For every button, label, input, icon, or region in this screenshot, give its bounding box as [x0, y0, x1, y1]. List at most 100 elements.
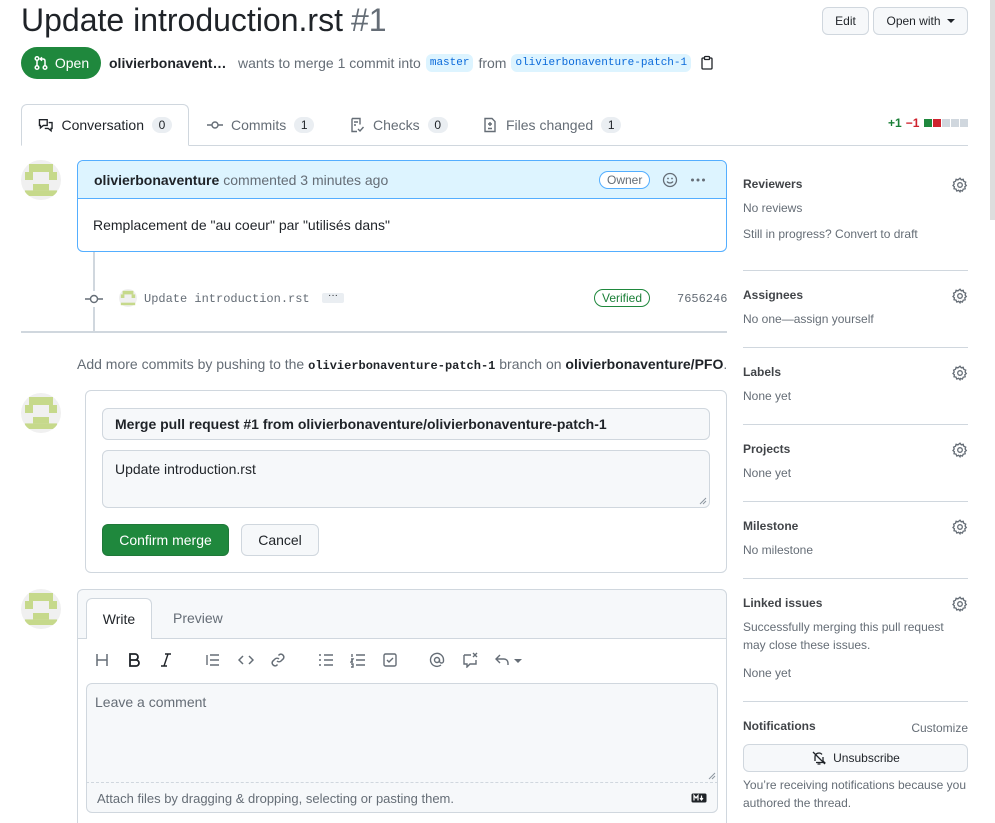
reviewers-section: Reviewers No reviews Still in progress? …: [743, 177, 968, 243]
italic-icon[interactable]: [158, 652, 174, 668]
unordered-list-icon[interactable]: [318, 652, 334, 668]
pr-number: #1: [350, 2, 387, 38]
kebab-horizontal-icon[interactable]: [690, 172, 706, 188]
convert-to-draft-link[interactable]: Still in progress? Convert to draft: [743, 225, 968, 243]
commit-node-icon: [85, 291, 103, 307]
add-more-commits-text: Add more commits by pushing to the olivi…: [77, 356, 727, 373]
tab-conversation[interactable]: Conversation 0: [21, 104, 189, 146]
diffstat-block-neutral: [960, 119, 969, 127]
resize-handle-icon[interactable]: [708, 772, 716, 780]
commit-message-link[interactable]: Update introduction.rst: [144, 292, 310, 306]
commit-expand-button[interactable]: ···: [322, 291, 344, 303]
gear-icon[interactable]: [952, 596, 968, 612]
head-branch[interactable]: olivierbonaventure-patch-1: [511, 54, 692, 72]
pr-description-comment: olivierbonaventure commented 3 minutes a…: [77, 160, 727, 252]
repo-link[interactable]: olivierbonaventure/PFO: [565, 356, 723, 372]
diffstat: +1 −1: [888, 116, 969, 130]
reply-icon[interactable]: [494, 652, 510, 668]
cancel-merge-button[interactable]: Cancel: [241, 524, 319, 556]
bold-icon[interactable]: [126, 652, 142, 668]
merge-text: wants to merge 1 commit into: [238, 55, 421, 71]
state-badge: Open: [21, 47, 101, 79]
gear-icon[interactable]: [952, 519, 968, 535]
reply-caret-icon[interactable]: [514, 659, 522, 663]
linked-issues-heading[interactable]: Linked issues: [743, 596, 968, 610]
avatar[interactable]: [21, 589, 61, 629]
gear-icon[interactable]: [952, 177, 968, 193]
quote-icon[interactable]: [205, 652, 221, 668]
sidebar-divider: [743, 270, 968, 271]
merge-title-input[interactable]: Merge pull request #1 from olivierbonave…: [102, 408, 710, 440]
open-with-button[interactable]: Open with: [873, 7, 968, 35]
diffstat-deletions: −1: [905, 116, 920, 130]
mention-icon[interactable]: [429, 652, 445, 668]
scrollbar[interactable]: [990, 0, 995, 220]
comment-header: olivierbonaventure commented 3 minutes a…: [78, 161, 726, 199]
gear-icon[interactable]: [952, 288, 968, 304]
diffstat-bar: [923, 119, 969, 127]
commit-sha-link[interactable]: 7656246: [677, 292, 727, 306]
diffstat-block-del: [933, 119, 942, 127]
assign-yourself-link[interactable]: No one—assign yourself: [743, 310, 968, 328]
comment-author[interactable]: olivierbonaventure: [94, 172, 219, 188]
avatar[interactable]: [21, 393, 61, 433]
tab-write[interactable]: Write: [86, 598, 152, 639]
checklist-icon: [351, 117, 365, 133]
attach-files-text: Attach files by dragging & dropping, sel…: [97, 791, 454, 806]
state-label: Open: [54, 55, 90, 71]
unsubscribe-button[interactable]: Unsubscribe: [743, 744, 968, 772]
diffstat-block-add: [924, 119, 933, 127]
diffstat-additions: +1: [888, 116, 902, 130]
open-with-label: Open with: [886, 14, 941, 28]
add-more-prefix: Add more commits by pushing to the: [77, 356, 305, 372]
identicon-icon: [25, 164, 57, 196]
smiley-icon[interactable]: [662, 172, 678, 188]
tab-commits[interactable]: Commits 1: [191, 104, 330, 146]
merge-message-textarea[interactable]: Update introduction.rst: [102, 450, 710, 508]
comment-textarea[interactable]: Leave a comment: [86, 683, 718, 782]
identicon-icon: [25, 593, 57, 625]
linked-issues-description: Successfully merging this pull request m…: [743, 620, 944, 652]
attach-files-bar[interactable]: Attach files by dragging & dropping, sel…: [86, 782, 718, 813]
cross-reference-icon[interactable]: [462, 652, 478, 668]
milestone-heading[interactable]: Milestone: [743, 519, 968, 533]
markdown-icon[interactable]: [691, 793, 707, 803]
customize-link[interactable]: Customize: [911, 719, 968, 737]
gear-icon[interactable]: [952, 365, 968, 381]
heading-icon[interactable]: [94, 652, 110, 668]
comment-timestamp[interactable]: commented 3 minutes ago: [223, 172, 388, 188]
resize-handle-icon[interactable]: [699, 497, 707, 505]
sidebar-divider: [743, 501, 968, 502]
timeline-divider: [21, 331, 727, 333]
sidebar-divider: [743, 701, 968, 702]
commit-avatar[interactable]: [119, 289, 137, 307]
base-branch[interactable]: master: [425, 54, 474, 72]
assignees-heading[interactable]: Assignees: [743, 288, 968, 302]
pr-author-link[interactable]: olivierbonavent…: [109, 55, 229, 71]
tasklist-icon[interactable]: [382, 652, 398, 668]
milestone-value: No milestone: [743, 543, 814, 557]
comment-body: Remplacement de "au coeur" par "utilisés…: [93, 217, 390, 233]
link-icon[interactable]: [270, 652, 286, 668]
verified-badge[interactable]: Verified: [594, 289, 651, 307]
code-icon[interactable]: [238, 652, 254, 668]
sidebar-divider: [743, 424, 968, 425]
tab-preview[interactable]: Preview: [161, 598, 235, 638]
avatar[interactable]: [21, 160, 61, 200]
reviewers-value: No reviews: [743, 201, 803, 215]
tab-files-changed[interactable]: Files changed 1: [466, 104, 637, 146]
ordered-list-icon[interactable]: [350, 652, 366, 668]
tab-counter: 1: [601, 117, 622, 133]
tab-checks[interactable]: Checks 0: [333, 104, 464, 146]
projects-heading[interactable]: Projects: [743, 442, 968, 456]
copy-icon[interactable]: [700, 55, 714, 71]
edit-button[interactable]: Edit: [822, 7, 869, 35]
gear-icon[interactable]: [952, 442, 968, 458]
tab-counter: 0: [427, 117, 448, 133]
confirm-merge-button[interactable]: Confirm merge: [102, 524, 229, 556]
merge-message-text: Update introduction.rst: [115, 461, 256, 477]
reviewers-heading[interactable]: Reviewers: [743, 177, 968, 191]
labels-heading[interactable]: Labels: [743, 365, 968, 379]
sidebar-divider: [743, 347, 968, 348]
add-more-middle: branch on: [499, 356, 562, 372]
